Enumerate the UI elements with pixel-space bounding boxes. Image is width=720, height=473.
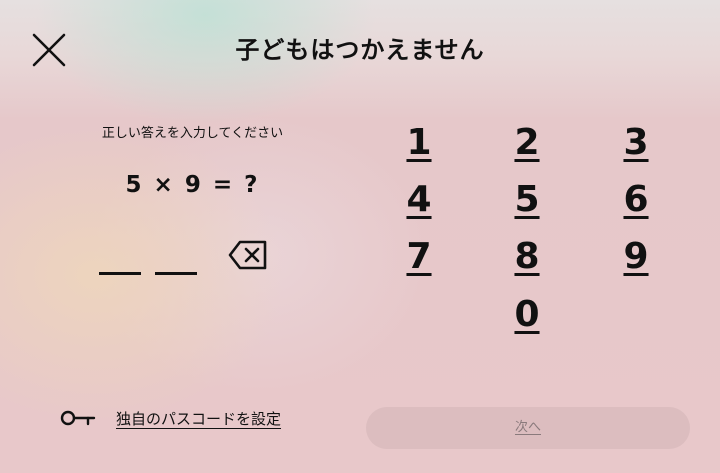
quiz-instruction: 正しい答えを入力してください — [101, 126, 284, 141]
key-7[interactable]: 7 — [389, 232, 449, 282]
backspace-button[interactable] — [228, 239, 268, 271]
number-keypad: 1 2 3 4 5 6 7 8 9 0 — [370, 118, 690, 348]
key-9[interactable]: 9 — [606, 232, 666, 282]
key-1[interactable]: 1 — [389, 118, 449, 168]
key-2[interactable]: 2 — [497, 118, 557, 168]
answer-slot-2 — [155, 272, 197, 275]
answer-slot-1 — [99, 272, 141, 275]
key-3[interactable]: 3 — [606, 118, 666, 168]
page-title: 子どもはつかえません — [235, 36, 485, 64]
set-passcode-link[interactable]: 独自のパスコードを設定 — [60, 404, 281, 432]
key-4[interactable]: 4 — [389, 175, 449, 225]
key-5[interactable]: 5 — [497, 175, 557, 225]
key-icon — [60, 410, 96, 426]
key-8[interactable]: 8 — [497, 232, 557, 282]
next-button[interactable]: 次へ — [366, 407, 690, 449]
set-passcode-label: 独自のパスコードを設定 — [116, 409, 282, 428]
key-6[interactable]: 6 — [606, 175, 666, 225]
quiz-question: 5 × 9 = ? — [125, 172, 260, 198]
key-0[interactable]: 0 — [497, 290, 557, 340]
backspace-icon — [228, 240, 267, 270]
